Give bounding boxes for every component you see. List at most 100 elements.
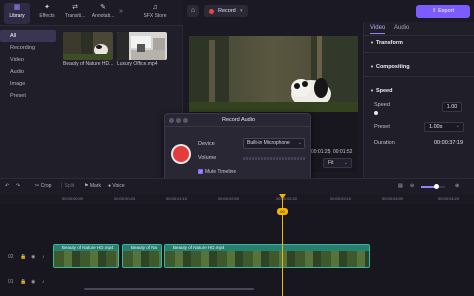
track-number: 01 xyxy=(8,279,14,285)
timeline-tracks: 02 🔒 ◉ ♪ 01 🔒 ◉ ♪ Beauty of Nature HD.mp… xyxy=(0,204,474,296)
media-label-office: Luxury Office.mp4 xyxy=(117,61,158,67)
preset-label: Preset xyxy=(374,124,390,130)
sidebar-item-image[interactable]: Image xyxy=(0,78,58,90)
mark-label: Mark xyxy=(89,183,101,189)
annotations-icon: ✎ xyxy=(100,4,106,11)
undo-icon[interactable]: ↶ xyxy=(5,183,9,189)
export-label: Export xyxy=(438,8,455,14)
timeline-clip[interactable]: Beauty of Nature HD.mp4 xyxy=(53,244,119,268)
record-dropdown-chevron-icon[interactable]: ▾ xyxy=(240,5,243,17)
timeline-ruler[interactable]: 00:00:00:00 00:00:00:20 00:00:01:10 00:0… xyxy=(52,194,474,204)
sfx-store-icon: ♫ xyxy=(152,4,158,11)
track-lock-icon[interactable]: 🔒 xyxy=(20,279,26,285)
crop-label: Crop xyxy=(40,183,52,189)
zoom-fit-select[interactable]: Fit ⌄ xyxy=(323,158,352,168)
library-tabs: ▦ Library ✦ Effects ⇄ Transiti... ✎ Anno… xyxy=(0,0,183,26)
zoom-fit-label: Fit xyxy=(328,160,334,166)
section-speed-label: Speed xyxy=(375,88,393,94)
dialog-divider xyxy=(165,126,310,127)
export-button[interactable]: ⇧ Export xyxy=(416,5,470,18)
voice-button[interactable]: ● Voice xyxy=(108,183,125,189)
speed-value: 1.00 xyxy=(446,104,458,110)
split-button[interactable]: │ Split xyxy=(60,183,74,189)
tab-transitions[interactable]: ⇄ Transiti... xyxy=(62,3,88,24)
sidebar-item-audio[interactable]: Audio xyxy=(0,66,58,78)
section-compositing[interactable]: ▼ Compositing xyxy=(370,64,410,70)
home-button[interactable]: ⌂ xyxy=(187,5,199,17)
track-number: 02 xyxy=(8,254,14,260)
tab-sfx-store-label: SFX Store xyxy=(143,13,167,19)
inspector-tab-video[interactable]: Video xyxy=(370,25,386,34)
split-label: Split xyxy=(64,183,75,189)
media-thumbnail-office[interactable] xyxy=(117,32,167,60)
start-recording-button[interactable] xyxy=(171,144,191,164)
zoom-in-icon[interactable]: ⊕ xyxy=(455,183,459,189)
home-icon: ⌂ xyxy=(190,7,196,14)
tab-library[interactable]: ▦ Library xyxy=(4,3,30,24)
timeline-clip[interactable]: Beauty of Na xyxy=(122,244,162,268)
media-thumbnail-nature[interactable] xyxy=(63,32,113,60)
clip-filmstrip xyxy=(54,251,118,267)
track-visibility-icon[interactable]: ◉ xyxy=(31,279,35,285)
record-dot-icon xyxy=(209,8,214,14)
collapse-caret-icon: ▼ xyxy=(370,88,374,93)
volume-label: Volume xyxy=(198,155,217,161)
ruler-tick: 00:00:04:20 xyxy=(438,196,460,201)
zoom-out-icon[interactable]: ⊖ xyxy=(410,183,414,189)
media-label-nature: Beauty of Nature HD... xyxy=(63,61,114,67)
track-audio-icon[interactable]: ♪ xyxy=(42,254,45,260)
inspector-tab-audio[interactable]: Audio xyxy=(394,25,409,31)
clip-filmstrip xyxy=(123,251,161,267)
crop-button[interactable]: ✂ Crop xyxy=(35,183,51,189)
record-button[interactable]: Record ▾ xyxy=(204,5,248,17)
track-lock-icon[interactable]: 🔒 xyxy=(20,254,26,260)
record-label: Record xyxy=(218,8,236,14)
video-preview[interactable] xyxy=(189,36,358,112)
section-speed[interactable]: ▼ Speed xyxy=(370,88,392,94)
voice-label: Voice xyxy=(112,183,125,189)
sidebar-item-preset[interactable]: Preset xyxy=(0,90,58,102)
effects-icon: ✦ xyxy=(44,4,50,11)
zoom-slider-fill xyxy=(421,186,435,188)
tab-effects[interactable]: ✦ Effects xyxy=(34,3,60,24)
device-select[interactable]: Built-in Microphone ⌄ xyxy=(243,138,305,149)
speed-input[interactable]: 1.00 xyxy=(442,102,462,112)
playhead-time-knob[interactable]: 00 xyxy=(277,208,288,215)
collapse-caret-icon: ▼ xyxy=(370,64,374,69)
speed-slider-handle[interactable] xyxy=(374,111,378,115)
office-thumbnail-image xyxy=(117,32,167,60)
section-transform[interactable]: ▼ Transform xyxy=(370,40,403,46)
section-transform-label: Transform xyxy=(375,40,403,46)
ruler-tick: 00:00:01:10 xyxy=(166,196,188,201)
current-time: 00:01:25 xyxy=(311,149,331,155)
tab-effects-label: Effects xyxy=(39,13,55,19)
preset-chevron-icon: ⌄ xyxy=(455,123,460,129)
timeline-toolbar: ↶ ↷ ✂ Crop │ Split ⚑ Mark ● Voice ▤ ⊖ ⊕ xyxy=(0,178,474,194)
dialog-title: Record Audio xyxy=(221,117,256,123)
zoom-slider-handle[interactable] xyxy=(434,184,439,189)
timeline-scrollbar[interactable] xyxy=(84,288,254,290)
sidebar-item-video[interactable]: Video xyxy=(0,54,58,66)
tabs-more-chevron-icon[interactable]: » xyxy=(119,8,123,15)
library-panel: ▦ Library ✦ Effects ⇄ Transiti... ✎ Anno… xyxy=(0,0,183,178)
track-audio-icon[interactable]: ♪ xyxy=(42,279,45,285)
sidebar-item-recording[interactable]: Recording xyxy=(0,42,58,54)
track-visibility-icon[interactable]: ◉ xyxy=(31,254,35,260)
preset-select[interactable]: 1.00x ⌄ xyxy=(424,122,464,132)
zoom-to-fit-icon[interactable]: ▤ xyxy=(398,183,403,189)
ruler-tick: 00:00:00:00 xyxy=(62,196,84,201)
mute-timeline-checkbox[interactable]: ✓ xyxy=(198,169,203,174)
sidebar-item-all[interactable]: All xyxy=(0,30,56,42)
mark-button[interactable]: ⚑ Mark xyxy=(84,183,101,189)
redo-icon[interactable]: ↷ xyxy=(16,183,20,189)
zoom-slider[interactable] xyxy=(421,184,445,189)
section-divider xyxy=(364,52,474,53)
zoom-chevron-icon: ⌄ xyxy=(343,160,348,166)
inspector-panel: Video Audio ▼ Transform ▼ Compositing ▼ Spe… xyxy=(363,22,474,178)
timeline-clip[interactable]: Beauty of Nature HD.mp4 xyxy=(164,244,370,268)
tab-annotations[interactable]: ✎ Annotati... xyxy=(90,3,116,24)
device-chevron-icon: ⌄ xyxy=(297,140,302,146)
library-icon: ▦ xyxy=(13,4,21,11)
volume-meter xyxy=(243,157,305,160)
tab-sfx-store[interactable]: ♫ SFX Store xyxy=(140,3,170,24)
